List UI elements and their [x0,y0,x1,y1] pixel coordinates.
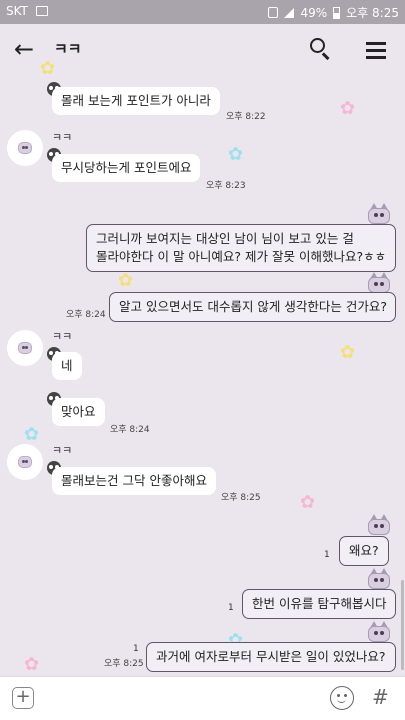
battery-icon [333,6,341,19]
message-input-bar: + # [0,676,405,720]
search-icon[interactable] [310,38,332,60]
sender-name: ㅋㅋ [52,330,73,343]
flower-decoration-icon: ✿ [24,654,40,675]
star-decoration-icon: ✿ [40,58,56,79]
message-time: 오후 8:24 [66,310,106,320]
avatar[interactable] [7,130,43,166]
hashtag-icon[interactable]: # [372,685,389,709]
message-bubble[interactable]: 무시당하는게 포인트에요 [52,154,201,183]
sticker-avatar-icon [367,568,391,590]
gallery-notification-icon [36,6,48,16]
message-line: 그러니까 보여지는 대상인 남이 님이 보고 있는 걸 [96,231,354,246]
unread-count: 1 [324,550,330,560]
alarm-icon [268,7,279,18]
battery-percent: 49% [300,5,328,20]
sender-name: ㅋㅋ [52,444,73,457]
sticker-avatar-icon [367,272,391,294]
message-bubble[interactable]: 알고 있으면서도 대수롭지 않게 생각한다는 건가요? [109,292,396,323]
message-bubble[interactable]: 네 [52,352,82,381]
message-bubble[interactable]: 과거에 여자로부터 무시받은 일이 있었나요? [146,642,396,673]
message-line: 몰라야한다 이 말 아니예요? 제가 잘못 이해했나요?ㅎㅎ [96,249,387,265]
chat-title: ㅋㅋ [54,40,82,58]
message-time: 오후 8:23 [206,181,246,191]
unread-count: 1 [133,644,139,654]
clock: 오후 8:25 [346,6,399,20]
message-bubble[interactable]: 맞아요 [52,398,105,427]
flower-decoration-icon: ✿ [118,270,134,291]
message-time: 오후 8:22 [226,112,266,122]
sticker-avatar-icon [367,514,391,536]
sticker-avatar-icon [367,203,391,225]
signal-icon [284,7,295,18]
flower-decoration-icon: ✿ [228,144,244,165]
message-bubble[interactable]: 왜요? [339,536,389,567]
flower-decoration-icon: ✿ [340,342,356,363]
unread-count: 1 [228,603,234,613]
carrier-label: SKT [6,4,28,18]
message-bubble[interactable]: 그러니까 보여지는 대상인 남이 님이 보고 있는 걸 몰라야한다 이 말 아니… [86,224,396,273]
status-bar: SKT 49% 오후 8:25 [0,0,405,24]
flower-decoration-icon: ✿ [24,424,40,445]
scrollbar[interactable] [401,580,404,670]
flower-decoration-icon: ✿ [340,98,356,119]
avatar[interactable] [7,330,43,366]
plus-icon[interactable]: + [12,687,34,709]
emoji-icon[interactable] [330,686,354,710]
hamburger-menu-icon[interactable] [366,42,386,59]
avatar[interactable] [7,444,43,480]
chat-log[interactable]: ✿ ✿ ✿ ✿ ✿ ✿ ✿ ✿ ✿ 몰래 보는게 포인트가 아니라 오후 8:2… [0,60,405,676]
message-time: 오후 8:25 [104,659,144,669]
sender-name: ㅋㅋ [52,131,73,144]
message-bubble[interactable]: 몰래보는건 그닥 안좋아해요 [52,467,216,496]
message-bubble[interactable]: 몰래 보는게 포인트가 아니라 [52,87,220,116]
sticker-avatar-icon [367,621,391,643]
chat-header: ← ㅋㅋ [0,24,405,76]
message-time: 오후 8:24 [110,425,150,435]
message-time: 오후 8:25 [221,493,261,503]
flower-decoration-icon: ✿ [300,492,316,513]
message-bubble[interactable]: 한번 이유를 탐구해봅시다 [242,589,397,620]
